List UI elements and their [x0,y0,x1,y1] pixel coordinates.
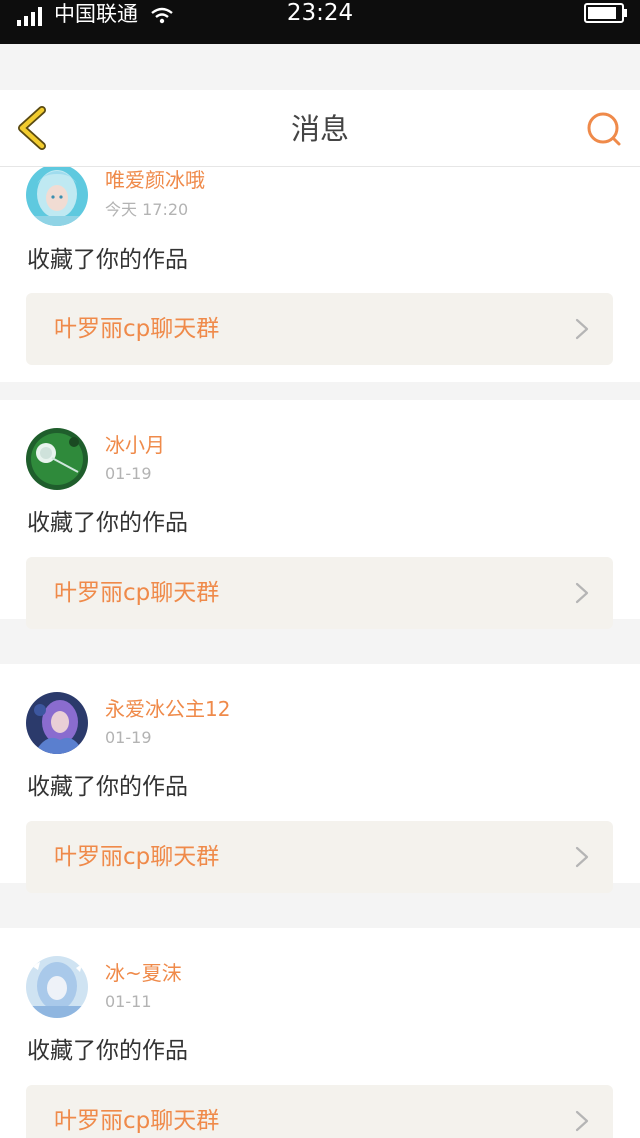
work-title: 叶罗丽cp聊天群 [54,580,220,606]
work-link[interactable]: 叶罗丽cp聊天群 [26,557,613,629]
avatar[interactable] [26,956,88,1018]
action-text: 收藏了你的作品 [27,247,188,273]
work-title: 叶罗丽cp聊天群 [54,844,220,870]
timestamp: 今天 17:20 [105,200,189,219]
work-link[interactable]: 叶罗丽cp聊天群 [26,1085,613,1138]
chevron-right-icon [575,582,589,604]
search-icon [587,112,621,146]
page-title: 消息 [290,112,349,146]
work-link[interactable]: 叶罗丽cp聊天群 [26,293,613,365]
work-title: 叶罗丽cp聊天群 [54,1108,220,1134]
chevron-right-icon [575,318,589,340]
chevron-right-icon [575,846,589,868]
chevron-right-icon [575,1110,589,1132]
avatar[interactable] [26,428,88,490]
message-card: 冰~夏沫 01-11 收藏了你的作品 叶罗丽cp聊天群 [0,928,640,1138]
battery-icon [584,3,627,23]
work-link[interactable]: 叶罗丽cp聊天群 [26,821,613,893]
message-card: 永爱冰公主12 01-19 收藏了你的作品 叶罗丽cp聊天群 [0,664,640,893]
action-text: 收藏了你的作品 [27,1038,188,1064]
action-text: 收藏了你的作品 [27,510,188,536]
screen: 中国联通 23:24 消息 唯爱颜冰哦 今天 17:20 收藏了你的作品 叶罗丽… [0,0,640,1138]
username[interactable]: 冰小月 [105,431,165,459]
status-bar: 中国联通 23:24 [0,0,640,44]
message-card: 唯爱颜冰哦 今天 17:20 收藏了你的作品 叶罗丽cp聊天群 [0,163,640,382]
work-title: 叶罗丽cp聊天群 [54,316,220,342]
avatar[interactable] [26,692,88,754]
message-card: 冰小月 01-19 收藏了你的作品 叶罗丽cp聊天群 [0,400,640,629]
nav-bar: 消息 [0,90,640,167]
status-time: 23:24 [286,0,354,26]
username[interactable]: 永爱冰公主12 [105,695,230,723]
username[interactable]: 唯爱颜冰哦 [105,166,205,194]
timestamp: 01-19 [105,464,152,483]
action-text: 收藏了你的作品 [27,774,188,800]
username[interactable]: 冰~夏沫 [105,959,182,987]
top-spacer [0,44,640,90]
search-button[interactable] [584,110,624,150]
avatar[interactable] [26,164,88,226]
timestamp: 01-19 [105,728,152,747]
timestamp: 01-11 [105,992,152,1011]
